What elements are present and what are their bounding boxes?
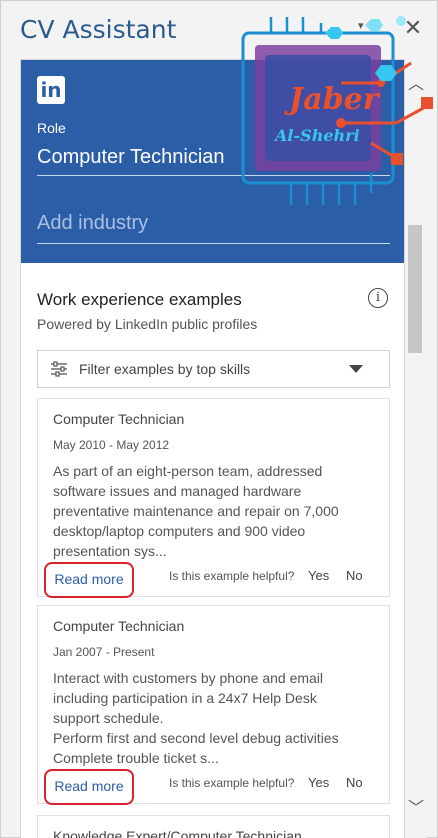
helpful-question: Is this example helpful? xyxy=(169,569,295,583)
pane-content: in Role Computer Technician Add industry… xyxy=(20,59,405,838)
filter-label: Filter examples by top skills xyxy=(79,361,251,377)
read-more-link[interactable]: Read more xyxy=(44,769,134,805)
card-job-title: Knowledge Expert/Computer Technician xyxy=(53,828,302,838)
role-hero-panel: in Role Computer Technician Add industry xyxy=(21,60,404,263)
cv-assistant-pane: CV Assistant ▾ ✕ in Role Computer Techni… xyxy=(0,0,438,838)
industry-input[interactable]: Add industry xyxy=(37,206,390,244)
vertical-scrollbar[interactable]: ︿ ﹀ xyxy=(405,59,427,838)
chevron-down-icon[interactable]: ﹀ xyxy=(405,799,427,819)
card-description: Interact with customers by phone and ema… xyxy=(53,670,339,766)
helpful-question: Is this example helpful? xyxy=(169,776,295,790)
helpful-yes-button[interactable]: Yes xyxy=(308,775,329,790)
scroll-thumb[interactable] xyxy=(408,225,422,353)
helpful-no-button[interactable]: No xyxy=(346,568,363,583)
chevron-up-icon[interactable]: ︿ xyxy=(405,75,427,95)
card-dates: May 2010 - May 2012 xyxy=(53,438,170,452)
powered-by-text: Powered by LinkedIn public profiles xyxy=(37,316,258,332)
pane-options-icon[interactable]: ▾ xyxy=(358,19,364,32)
pane-title: CV Assistant xyxy=(20,15,177,44)
read-more-link[interactable]: Read more xyxy=(44,562,134,598)
pane-header: CV Assistant ▾ ✕ xyxy=(1,1,438,59)
experience-card: Computer Technician Jan 2007 - Present I… xyxy=(37,605,390,805)
card-job-title: Computer Technician xyxy=(53,618,185,634)
card-description: As part of an eight-person team, address… xyxy=(53,463,339,559)
linkedin-logo-icon: in xyxy=(37,76,65,104)
role-input[interactable]: Computer Technician xyxy=(37,142,390,176)
chevron-down-icon xyxy=(349,365,363,373)
skills-filter-dropdown[interactable]: Filter examples by top skills xyxy=(37,350,390,388)
experience-card: Computer Technician May 2010 - May 2012 … xyxy=(37,398,390,598)
info-icon[interactable]: i xyxy=(368,288,388,308)
section-title: Work experience examples xyxy=(37,290,242,309)
helpful-yes-button[interactable]: Yes xyxy=(308,568,329,583)
role-label: Role xyxy=(37,120,66,136)
helpful-no-button[interactable]: No xyxy=(346,775,363,790)
card-job-title: Computer Technician xyxy=(53,411,185,427)
experience-card: Knowledge Expert/Computer Technician xyxy=(37,815,390,838)
close-icon[interactable]: ✕ xyxy=(402,16,424,40)
card-dates: Jan 2007 - Present xyxy=(53,645,155,659)
sliders-icon xyxy=(51,361,67,377)
